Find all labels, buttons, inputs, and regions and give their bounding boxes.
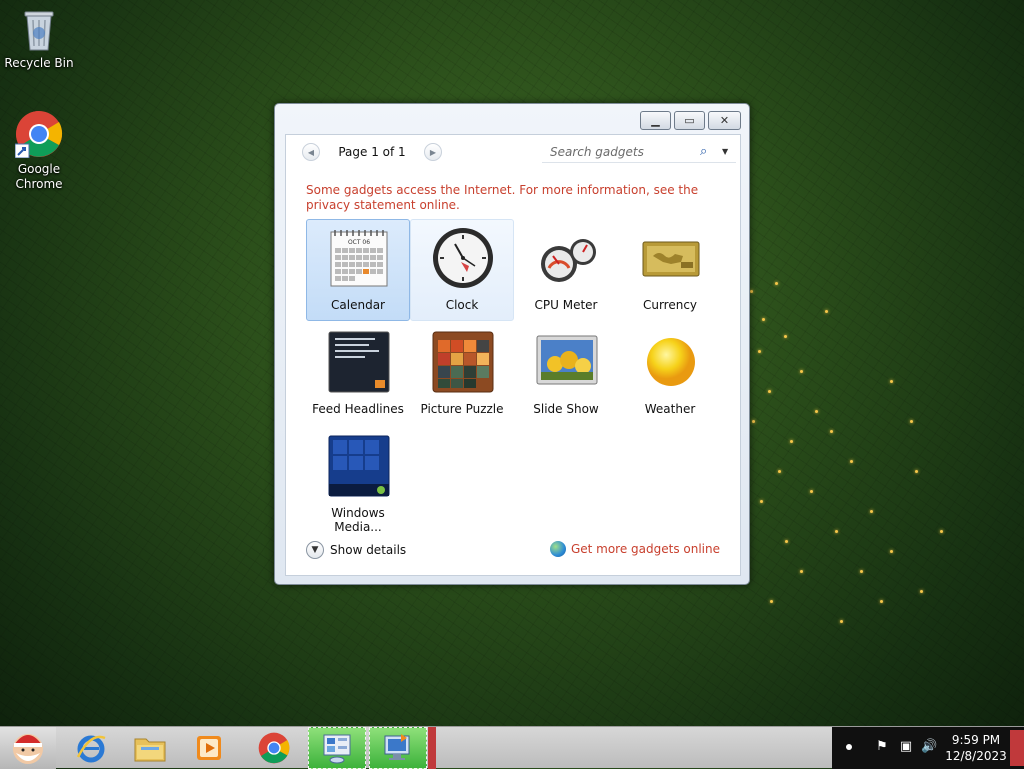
taskbar-control-panel[interactable]	[308, 727, 366, 769]
restore-icon: ▭	[684, 114, 695, 127]
taskbar-chrome[interactable]	[245, 727, 303, 769]
clock-time: 9:59 PM	[951, 733, 1001, 747]
show-desktop-button[interactable]	[1010, 730, 1024, 766]
chrome-icon	[14, 110, 63, 159]
desktop-icon-label: Recycle Bin	[4, 56, 74, 70]
currency-icon	[639, 226, 703, 290]
gadget-label: Clock	[445, 298, 479, 312]
search-options-dropdown[interactable]: ▼	[722, 147, 736, 156]
taskbar-remote-desktop[interactable]	[369, 727, 427, 769]
chevron-down-icon: ▼	[306, 541, 324, 559]
slide-show-icon	[535, 330, 599, 394]
gadget-panel: ◀ Page 1 of 1 ▶ Search gadgets ⌕ ▼ Some …	[285, 134, 741, 576]
gadget-tile-slide-show[interactable]: Slide Show	[514, 323, 618, 425]
taskbar-media-player[interactable]	[180, 727, 238, 769]
search-icon[interactable]: ⌕	[700, 144, 722, 159]
minimize-button[interactable]: ▁	[640, 111, 671, 130]
tray-clock[interactable]: 9:59 PM 12/8/2023	[944, 732, 1008, 764]
picture-puzzle-icon	[431, 330, 495, 394]
clock-icon	[431, 226, 495, 290]
cpu-meter-icon	[535, 226, 599, 290]
gadget-tile-clock[interactable]: Clock	[410, 219, 514, 321]
action-center-flag-icon[interactable]: ⚑	[874, 739, 890, 755]
windows-media-center-icon	[327, 434, 391, 498]
privacy-notice-link[interactable]: Some gadgets access the Internet. For mo…	[306, 183, 726, 213]
media-player-icon	[197, 736, 221, 760]
gadget-label: CPU Meter	[534, 298, 598, 312]
gadget-label: Weather	[644, 402, 696, 416]
control-panel-icon	[323, 734, 351, 764]
svg-text:OCT 06: OCT 06	[348, 239, 370, 246]
taskbar-overflow-marker	[428, 727, 436, 769]
file-explorer-icon	[134, 738, 166, 762]
desktop-icon-label: Google Chrome	[15, 162, 63, 191]
show-details-label: Show details	[330, 543, 407, 557]
tray-notification-dot[interactable]	[846, 744, 852, 750]
internet-explorer-icon	[76, 735, 106, 763]
chevron-left-icon: ◀	[307, 147, 315, 157]
gadget-tile-weather[interactable]: Weather	[618, 323, 722, 425]
window-controls: ▁ ▭ ✕	[640, 111, 741, 130]
santa-start-icon	[13, 734, 43, 764]
gadget-tile-windows-media-center[interactable]: Windows Media...	[306, 427, 410, 534]
page-indicator: Page 1 of 1	[338, 145, 406, 159]
gadget-label: Slide Show	[533, 402, 599, 416]
pager: ◀ Page 1 of 1 ▶	[302, 141, 442, 163]
search-input[interactable]: Search gadgets	[550, 145, 700, 159]
globe-icon	[549, 541, 566, 557]
gadget-tile-picture-puzzle[interactable]: Picture Puzzle	[410, 323, 514, 425]
close-icon: ✕	[719, 114, 730, 127]
gadget-tile-cpu-meter[interactable]: CPU Meter	[514, 219, 618, 321]
calendar-icon: OCT 06	[327, 226, 391, 290]
gadget-label: Calendar	[331, 298, 385, 312]
show-details-toggle[interactable]: ▼ Show details	[306, 541, 406, 559]
chrome-icon	[258, 732, 290, 764]
desktop-icon-recycle-bin[interactable]: Recycle Bin	[0, 6, 79, 71]
gadget-label: Feed Headlines	[312, 402, 404, 416]
get-more-gadgets-link[interactable]: Get more gadgets online	[549, 541, 720, 557]
recycle-bin-icon	[21, 6, 57, 52]
taskbar: ⚑ ▣ 🔊 9:59 PM 12/8/2023	[0, 726, 1024, 769]
remote-desktop-icon	[384, 734, 410, 760]
next-page-button[interactable]: ▶	[424, 143, 442, 161]
volume-icon[interactable]: 🔊	[921, 739, 937, 755]
taskbar-internet-explorer[interactable]	[62, 727, 120, 769]
taskbar-file-explorer[interactable]	[121, 727, 179, 769]
network-icon[interactable]: ▣	[898, 739, 914, 755]
close-button[interactable]: ✕	[708, 111, 741, 130]
minimize-icon: ▁	[651, 114, 660, 127]
wallpaper-sparkles	[740, 270, 1000, 650]
search-gadgets-box[interactable]: Search gadgets ⌕ ▼	[542, 141, 736, 163]
desktop-icon-google-chrome[interactable]: Google Chrome	[0, 110, 79, 192]
gadget-label: Windows Media...	[331, 506, 385, 534]
feed-headlines-icon	[327, 330, 391, 394]
start-button[interactable]	[0, 727, 56, 769]
gadget-tile-calendar[interactable]: OCT 06 Calendar	[306, 219, 410, 321]
restore-button[interactable]: ▭	[674, 111, 705, 130]
clock-date: 12/8/2023	[945, 749, 1007, 763]
gadget-tile-feed-headlines[interactable]: Feed Headlines	[306, 323, 410, 425]
get-more-gadgets-label: Get more gadgets online	[570, 542, 720, 556]
gadget-label: Picture Puzzle	[420, 402, 504, 416]
gadget-tile-currency[interactable]: Currency	[618, 219, 722, 321]
previous-page-button[interactable]: ◀	[302, 143, 320, 161]
chevron-right-icon: ▶	[429, 147, 437, 157]
gadget-gallery-window[interactable]: ▁ ▭ ✕ ◀ Page 1 of 1 ▶ Search gadgets ⌕ ▼…	[274, 103, 750, 585]
system-tray: ⚑ ▣ 🔊 9:59 PM 12/8/2023	[832, 727, 1024, 769]
weather-icon	[639, 330, 703, 394]
gadget-label: Currency	[642, 298, 698, 312]
